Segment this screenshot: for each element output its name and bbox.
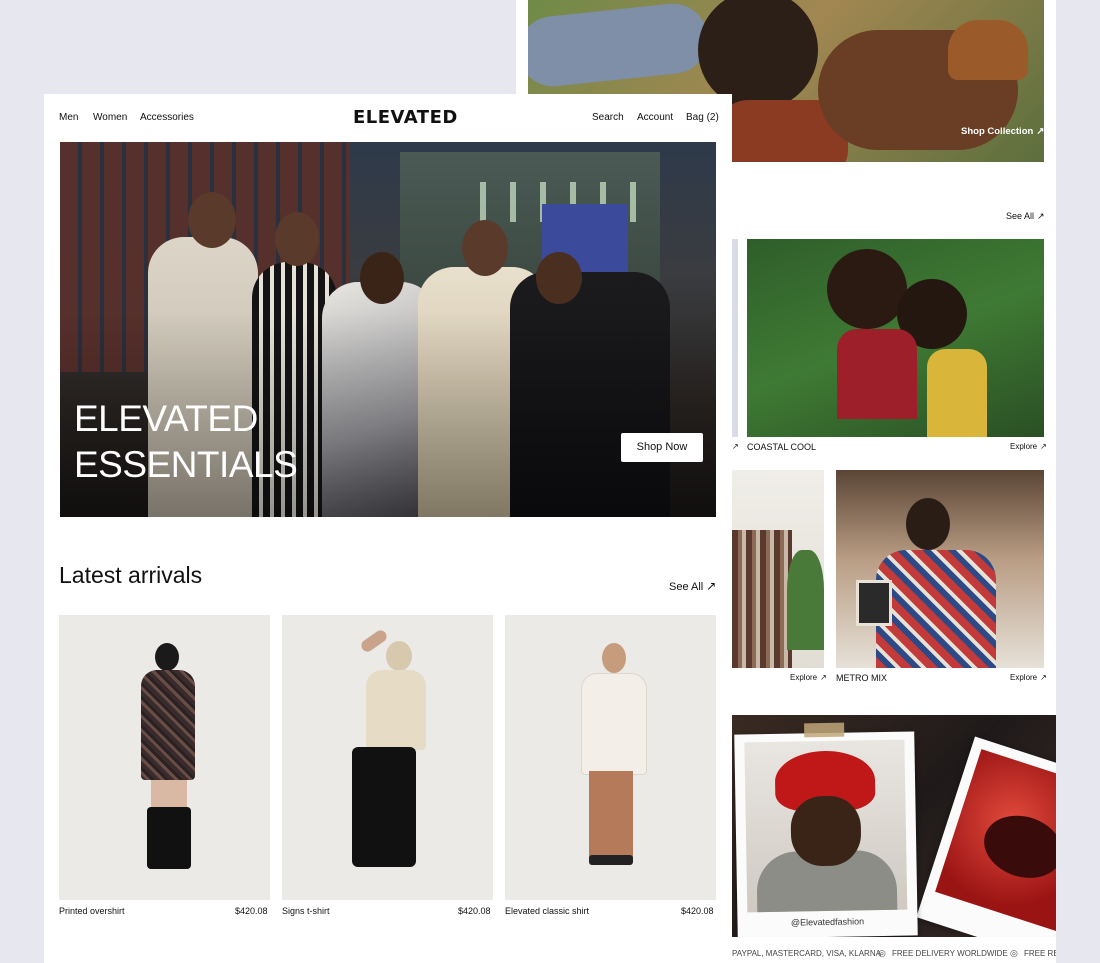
explore-link[interactable]: Explore ↗	[790, 673, 827, 682]
product-name[interactable]: Elevated classic shirt	[505, 906, 589, 916]
figure	[927, 349, 987, 437]
product-name[interactable]: Printed overshirt	[59, 906, 125, 916]
figure	[975, 805, 1056, 888]
product-name[interactable]: Signs t-shirt	[282, 906, 330, 916]
product-image[interactable]	[505, 615, 716, 900]
polaroid-photo: @Elevatedfashion	[734, 722, 918, 937]
globe-icon: ◎	[878, 948, 886, 958]
figure	[528, 0, 712, 90]
explore-label: Explore	[1010, 442, 1038, 451]
explore-label: Explore	[1010, 673, 1038, 682]
arrow-up-right-icon: ↗	[706, 579, 717, 593]
photo	[744, 739, 908, 913]
brand-logo[interactable]: ELEVATED	[353, 107, 458, 128]
model-arm	[359, 628, 389, 654]
collection-image-metro-mix[interactable]	[836, 470, 1044, 668]
figure	[837, 329, 917, 419]
account-link[interactable]: Account	[637, 112, 673, 123]
see-all-label: See All	[1006, 211, 1035, 221]
section-title: Latest arrivals	[59, 562, 203, 588]
figure	[790, 795, 862, 867]
info-strip: PAYPAL, MASTERCARD, VISA, KLARNA ◎ FREE …	[732, 940, 1056, 963]
arrow-up-right-icon: ↗	[1040, 442, 1047, 451]
partial-collection-image[interactable]	[732, 239, 738, 437]
hero-title-line-1: ELEVATED	[74, 398, 258, 439]
hero-title-line-2: ESSENTIALS	[74, 444, 298, 485]
hero-banner: ELEVATED ESSENTIALS Shop Now	[60, 142, 716, 517]
see-all-link[interactable]: See All ↗	[669, 579, 716, 593]
bucket-hat	[386, 641, 412, 671]
collection-name: METRO MIX	[836, 673, 887, 683]
shop-collection-label: Shop Collection	[961, 126, 1034, 137]
shop-collection-link[interactable]: Shop Collection ↗	[961, 126, 1044, 137]
product-price: $420.08	[681, 906, 714, 916]
printed-overshirt	[141, 670, 195, 780]
arrow-up-right-icon: ↗	[820, 673, 827, 682]
figure	[856, 580, 892, 626]
model-legs	[589, 771, 633, 857]
figure	[876, 550, 996, 668]
arrow-up-right-icon: ↗	[1040, 673, 1047, 682]
figure	[827, 249, 907, 329]
photo	[935, 749, 1056, 932]
arrow-up-right-icon: ↗	[1036, 126, 1044, 137]
see-all-label: See All	[669, 581, 704, 593]
explore-label: Explore	[790, 673, 818, 682]
model-legs	[151, 780, 187, 810]
tape	[804, 722, 845, 738]
product-image[interactable]	[59, 615, 270, 900]
classic-shirt	[581, 673, 647, 775]
search-link[interactable]: Search	[592, 112, 624, 123]
clothing-rack	[732, 530, 792, 668]
model-head	[155, 643, 179, 671]
nav-link-women[interactable]: Women	[93, 112, 127, 123]
collections-see-all-link[interactable]: See All ↗	[1006, 211, 1045, 222]
arrow-up-right-icon: ↗	[1037, 211, 1045, 221]
collection-image-partial[interactable]	[732, 470, 824, 668]
instagram-handle: @Elevatedfashion	[790, 916, 865, 928]
product-image[interactable]	[282, 615, 493, 900]
plant	[787, 550, 824, 650]
shoes	[589, 855, 633, 865]
model-head	[602, 643, 626, 673]
polaroid-photo	[916, 736, 1056, 937]
nav-link-men[interactable]: Men	[59, 112, 78, 123]
collection-image-coastal-cool[interactable]	[747, 239, 1044, 437]
returns-icon: ◎	[1010, 948, 1018, 958]
product-price: $420.08	[235, 906, 268, 916]
model-legs	[352, 747, 416, 867]
payment-methods: PAYPAL, MASTERCARD, VISA, KLARNA	[732, 949, 881, 958]
bag-link[interactable]: Bag (2)	[686, 112, 719, 123]
storefront-page: Men Women Accessories ELEVATED Search Ac…	[44, 94, 732, 963]
figure	[906, 498, 950, 550]
shop-now-button[interactable]: Shop Now	[621, 433, 703, 462]
explore-link[interactable]: Explore ↗	[1010, 442, 1047, 451]
explore-link[interactable]: Explore ↗	[1010, 673, 1047, 682]
nav-link-accessories[interactable]: Accessories	[140, 112, 194, 123]
boots	[147, 807, 191, 869]
product-price: $420.08	[458, 906, 491, 916]
signs-tshirt	[366, 670, 426, 750]
returns-info: FREE RE	[1024, 949, 1056, 958]
delivery-info: FREE DELIVERY WORLDWIDE	[892, 949, 1008, 958]
editorial-collage: @Elevatedfashion	[732, 715, 1056, 937]
collection-name: COASTAL COOL	[747, 442, 817, 452]
partial-arrow-icon: ↗	[732, 442, 739, 451]
figure	[948, 20, 1028, 80]
